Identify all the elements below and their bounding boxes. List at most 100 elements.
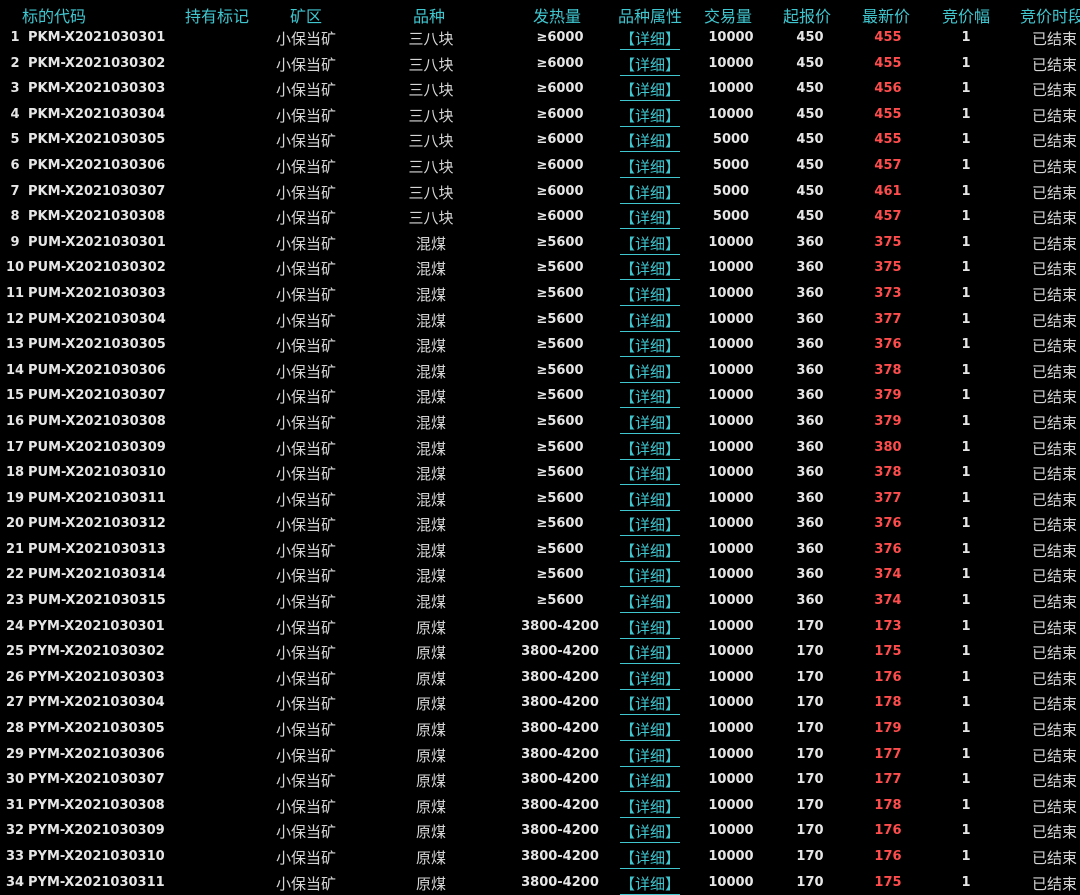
row-detail-link[interactable]: 【详细】 bbox=[620, 412, 681, 434]
table-row[interactable]: 27 PYM-X2021030304 小保当矿 原煤 3800-4200 【详细】 1000… bbox=[0, 690, 1080, 716]
header-step[interactable]: 竞价幅 bbox=[942, 3, 990, 27]
table-row[interactable]: 20 PUM-X2021030312 小保当矿 混煤 ≥5600 【详细】 10000 360… bbox=[0, 511, 1080, 537]
table-row[interactable]: 34 PYM-X2021030311 小保当矿 原煤 3800-4200 【详细】 1000… bbox=[0, 870, 1080, 895]
row-detail-link[interactable]: 【详细】 bbox=[620, 770, 681, 793]
table-row[interactable]: 31 PYM-X2021030308 小保当矿 原煤 3800-4200 【详细】 1000… bbox=[0, 793, 1080, 819]
header-mine[interactable]: 矿区 bbox=[290, 3, 322, 27]
row-detail-link[interactable]: 【详细】 bbox=[620, 284, 681, 306]
row-detail-link[interactable]: 【详细】 bbox=[620, 79, 681, 102]
table-row[interactable]: 23 PUM-X2021030315 小保当矿 混煤 ≥5600 【详细】 10000 360… bbox=[0, 588, 1080, 614]
row-detail-link[interactable]: 【详细】 bbox=[620, 514, 681, 537]
row-code: PKM-X2021030306 bbox=[28, 157, 166, 173]
row-status: 已结束 bbox=[1032, 132, 1078, 151]
table-row[interactable]: 28 PYM-X2021030305 小保当矿 原煤 3800-4200 【详细】 1000… bbox=[0, 716, 1080, 742]
table-row[interactable]: 10 PUM-X2021030302 小保当矿 混煤 ≥5600 【详细】 10000 360… bbox=[0, 255, 1080, 281]
table-row[interactable]: 15 PUM-X2021030307 小保当矿 混煤 ≥5600 【详细】 10000 360… bbox=[0, 383, 1080, 409]
row-detail-link[interactable]: 【详细】 bbox=[620, 668, 681, 690]
header-heat[interactable]: 发热量 bbox=[533, 3, 581, 27]
table-row[interactable]: 17 PUM-X2021030309 小保当矿 混煤 ≥5600 【详细】 10000 360… bbox=[0, 435, 1080, 461]
row-detail-link[interactable]: 【详细】 bbox=[620, 719, 681, 742]
header-period[interactable]: 竞价时段 bbox=[1020, 3, 1080, 27]
header-hold[interactable]: 持有标记 bbox=[185, 3, 249, 27]
row-latest-price: 455 bbox=[874, 106, 902, 122]
row-detail-link[interactable]: 【详细】 bbox=[620, 463, 681, 486]
header-volume[interactable]: 交易量 bbox=[704, 3, 752, 27]
row-code: PUM-X2021030303 bbox=[28, 285, 166, 301]
table-row[interactable]: 25 PYM-X2021030302 小保当矿 原煤 3800-4200 【详细】 1000… bbox=[0, 639, 1080, 665]
table-row[interactable]: 24 PYM-X2021030301 小保当矿 原煤 3800-4200 【详细】 1000… bbox=[0, 614, 1080, 640]
table-row[interactable]: 1 PKM-X2021030301 小保当矿 三八块 ≥6000 【详细】 10000 450… bbox=[0, 25, 1080, 51]
row-detail-link[interactable]: 【详细】 bbox=[620, 156, 681, 178]
row-status: 已结束 bbox=[1032, 157, 1078, 176]
row-detail-link[interactable]: 【详细】 bbox=[620, 361, 681, 383]
row-detail-link[interactable]: 【详细】 bbox=[620, 438, 681, 460]
row-detail-link[interactable]: 【详细】 bbox=[620, 873, 681, 895]
table-row[interactable]: 7 PKM-X2021030307 小保当矿 三八块 ≥6000 【详细】 5000 450 4… bbox=[0, 179, 1080, 205]
row-detail-link[interactable]: 【详细】 bbox=[620, 821, 681, 844]
row-detail-link[interactable]: 【详细】 bbox=[620, 54, 681, 76]
table-row[interactable]: 11 PUM-X2021030303 小保当矿 混煤 ≥5600 【详细】 10000 360… bbox=[0, 281, 1080, 307]
row-detail-link[interactable]: 【详细】 bbox=[620, 591, 681, 614]
table-row[interactable]: 12 PUM-X2021030304 小保当矿 混煤 ≥5600 【详细】 10000 360… bbox=[0, 307, 1080, 333]
row-mine: 小保当矿 bbox=[276, 516, 337, 535]
header-attr[interactable]: 品种属性 bbox=[618, 3, 682, 27]
row-mine: 小保当矿 bbox=[276, 81, 337, 100]
table-row[interactable]: 26 PYM-X2021030303 小保当矿 原煤 3800-4200 【详细】 1000… bbox=[0, 665, 1080, 691]
row-detail-link[interactable]: 【详细】 bbox=[620, 693, 681, 716]
table-row[interactable]: 6 PKM-X2021030306 小保当矿 三八块 ≥6000 【详细】 5000 450 4… bbox=[0, 153, 1080, 179]
table-row[interactable]: 30 PYM-X2021030307 小保当矿 原煤 3800-4200 【详细】 1000… bbox=[0, 767, 1080, 793]
row-step: 1 bbox=[961, 413, 971, 429]
row-detail-link[interactable]: 【详细】 bbox=[620, 565, 681, 588]
table-row[interactable]: 2 PKM-X2021030302 小保当矿 三八块 ≥6000 【详细】 10000 450… bbox=[0, 51, 1080, 77]
table-row[interactable]: 18 PUM-X2021030310 小保当矿 混煤 ≥5600 【详细】 10000 360… bbox=[0, 460, 1080, 486]
table-row[interactable]: 22 PUM-X2021030314 小保当矿 混煤 ≥5600 【详细】 10000 360… bbox=[0, 562, 1080, 588]
row-detail-link[interactable]: 【详细】 bbox=[620, 310, 681, 332]
header-latest-price[interactable]: 最新价 bbox=[862, 3, 910, 27]
row-start-price: 360 bbox=[796, 541, 824, 557]
row-detail-link[interactable]: 【详细】 bbox=[620, 489, 681, 511]
row-heat: 3800-4200 bbox=[521, 618, 599, 634]
row-volume: 10000 bbox=[708, 388, 754, 404]
row-detail-link[interactable]: 【详细】 bbox=[620, 540, 681, 562]
table-row[interactable]: 13 PUM-X2021030305 小保当矿 混煤 ≥5600 【详细】 10000 360… bbox=[0, 332, 1080, 358]
row-detail-link[interactable]: 【详细】 bbox=[620, 182, 681, 204]
row-status: 已结束 bbox=[1032, 337, 1078, 356]
header-start-price[interactable]: 起报价 bbox=[783, 3, 831, 27]
row-detail-link[interactable]: 【详细】 bbox=[620, 796, 681, 818]
row-detail-link[interactable]: 【详细】 bbox=[620, 847, 681, 869]
table-row[interactable]: 8 PKM-X2021030308 小保当矿 三八块 ≥6000 【详细】 5000 450 4… bbox=[0, 204, 1080, 230]
row-detail-link[interactable]: 【详细】 bbox=[620, 617, 681, 639]
row-detail-link[interactable]: 【详细】 bbox=[620, 258, 681, 281]
row-mine: 小保当矿 bbox=[276, 541, 337, 560]
table-row[interactable]: 19 PUM-X2021030311 小保当矿 混煤 ≥5600 【详细】 10000 360… bbox=[0, 486, 1080, 512]
table-row[interactable]: 5 PKM-X2021030305 小保当矿 三八块 ≥6000 【详细】 5000 450 4… bbox=[0, 127, 1080, 153]
row-detail-link[interactable]: 【详细】 bbox=[620, 207, 681, 230]
table-row[interactable]: 4 PKM-X2021030304 小保当矿 三八块 ≥6000 【详细】 10000 450… bbox=[0, 102, 1080, 128]
row-detail-link[interactable]: 【详细】 bbox=[620, 28, 681, 50]
header-code[interactable]: 标的代码 bbox=[22, 3, 86, 27]
row-step: 1 bbox=[961, 721, 971, 737]
table-row[interactable]: 21 PUM-X2021030313 小保当矿 混煤 ≥5600 【详细】 10000 360… bbox=[0, 537, 1080, 563]
table-row[interactable]: 14 PUM-X2021030306 小保当矿 混煤 ≥5600 【详细】 10000 360… bbox=[0, 358, 1080, 384]
table-row[interactable]: 3 PKM-X2021030303 小保当矿 三八块 ≥6000 【详细】 10000 450… bbox=[0, 76, 1080, 102]
row-detail-link[interactable]: 【详细】 bbox=[620, 642, 681, 665]
table-row[interactable]: 9 PUM-X2021030301 小保当矿 混煤 ≥5600 【详细】 10000 360 3… bbox=[0, 230, 1080, 256]
row-code: PKM-X2021030301 bbox=[28, 30, 166, 45]
row-step: 1 bbox=[961, 618, 971, 634]
table-row[interactable]: 16 PUM-X2021030308 小保当矿 混煤 ≥5600 【详细】 10000 360… bbox=[0, 409, 1080, 435]
table-row[interactable]: 32 PYM-X2021030309 小保当矿 原煤 3800-4200 【详细】 1000… bbox=[0, 818, 1080, 844]
row-detail-link[interactable]: 【详细】 bbox=[620, 130, 681, 153]
table-row[interactable]: 29 PYM-X2021030306 小保当矿 原煤 3800-4200 【详细】 1000… bbox=[0, 742, 1080, 768]
row-mine: 小保当矿 bbox=[276, 772, 337, 791]
table-row[interactable]: 33 PYM-X2021030310 小保当矿 原煤 3800-4200 【详细】 1000… bbox=[0, 844, 1080, 870]
row-detail-link[interactable]: 【详细】 bbox=[620, 335, 681, 358]
row-detail-link[interactable]: 【详细】 bbox=[620, 105, 681, 127]
row-heat: ≥6000 bbox=[536, 157, 584, 173]
row-latest-price: 455 bbox=[874, 30, 902, 45]
row-heat: ≥6000 bbox=[536, 55, 584, 71]
row-detail-link[interactable]: 【详细】 bbox=[620, 745, 681, 767]
row-mine: 小保当矿 bbox=[276, 106, 337, 125]
row-detail-link[interactable]: 【详细】 bbox=[620, 233, 681, 255]
header-variety[interactable]: 品种 bbox=[413, 3, 445, 27]
row-detail-link[interactable]: 【详细】 bbox=[620, 386, 681, 409]
